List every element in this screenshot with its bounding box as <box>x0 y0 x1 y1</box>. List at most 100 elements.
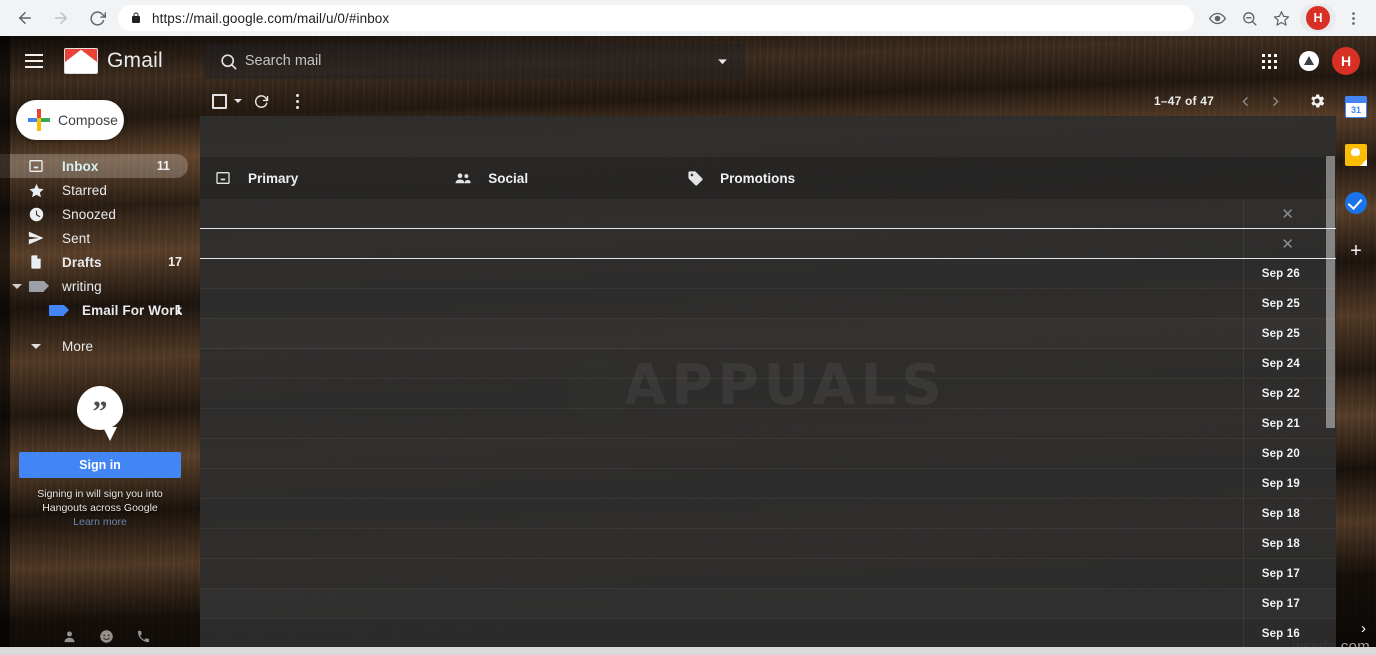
table-row[interactable]: Sep 18 <box>200 499 1336 529</box>
tab-label-promotions: Promotions <box>720 170 796 186</box>
prev-page-icon[interactable] <box>1232 88 1258 114</box>
sidebar-label-inbox: Inbox <box>62 158 99 174</box>
sidebar-label-writing: writing <box>62 278 102 294</box>
quote-glyph: ” <box>92 395 108 428</box>
table-row[interactable]: Sep 25 <box>200 319 1336 349</box>
hangouts-signin-button[interactable]: Sign in <box>19 452 181 478</box>
sidebar-item-inbox[interactable]: Inbox 11 <box>0 154 188 178</box>
label-icon <box>26 276 49 296</box>
sidebar-item-starred[interactable]: Starred <box>0 178 200 202</box>
table-row[interactable]: Sep 20 <box>200 439 1336 469</box>
add-addon-icon[interactable]: + <box>1345 240 1367 262</box>
gmail-header: Gmail H <box>0 36 1376 86</box>
table-row[interactable]: ✕ <box>200 229 1336 259</box>
tab-label-social: Social <box>488 170 529 186</box>
table-row[interactable]: Sep 17 <box>200 589 1336 619</box>
sidebar-item-sent[interactable]: Sent <box>0 226 200 250</box>
row-date: Sep 17 <box>1261 598 1300 610</box>
tasks-icon[interactable] <box>1345 192 1367 214</box>
sidebar-count-inbox: 11 <box>156 159 170 173</box>
inbox-tabs: Primary Social Promotions <box>200 157 1336 199</box>
star-bookmark-icon[interactable] <box>1266 3 1296 33</box>
table-row[interactable]: Sep 26 <box>200 259 1336 289</box>
browser-nav-buttons <box>0 3 112 33</box>
row-date: Sep 18 <box>1261 538 1300 550</box>
table-row[interactable]: Sep 17 <box>200 559 1336 589</box>
url-text: https://mail.google.com/mail/u/0/#inbox <box>152 10 390 26</box>
table-row[interactable]: Sep 19 <box>200 469 1336 499</box>
row-date: Sep 20 <box>1261 448 1300 460</box>
main-menu-icon[interactable] <box>10 37 58 85</box>
mail-list-scrollbar[interactable] <box>1324 156 1336 655</box>
table-row[interactable]: Sep 25 <box>200 289 1336 319</box>
next-page-icon[interactable] <box>1262 88 1288 114</box>
phone-icon[interactable] <box>136 629 151 644</box>
zoom-out-icon[interactable] <box>1234 3 1264 33</box>
sidebar-nav-list: Inbox 11 Starred Snoozed Sent Drafts 17 … <box>0 154 200 358</box>
table-row[interactable]: Sep 22 <box>200 379 1336 409</box>
scrollbar-thumb[interactable] <box>1326 156 1335 428</box>
three-dot-menu-icon[interactable] <box>1338 3 1368 33</box>
dismiss-icon[interactable]: ✕ <box>1281 199 1294 229</box>
tab-social[interactable]: Social <box>452 157 528 199</box>
notifications-bell-icon[interactable] <box>1292 44 1326 78</box>
people-tab-icon <box>452 169 474 187</box>
search-input[interactable] <box>244 53 709 69</box>
gmail-envelope-icon <box>64 48 98 74</box>
dismiss-icon[interactable]: ✕ <box>1281 229 1294 259</box>
settings-gear-icon[interactable] <box>1302 86 1332 116</box>
emoji-icon[interactable] <box>99 629 114 644</box>
row-date: Sep 24 <box>1261 358 1300 370</box>
person-icon[interactable] <box>62 629 77 644</box>
gmail-brand-label: Gmail <box>107 49 163 72</box>
calendar-icon[interactable]: 31 <box>1345 96 1367 118</box>
search-bar[interactable] <box>204 43 745 79</box>
clock-icon <box>26 204 46 224</box>
row-date: Sep 17 <box>1261 568 1300 580</box>
compose-button[interactable]: Compose <box>16 100 124 140</box>
google-apps-icon[interactable] <box>1252 44 1286 78</box>
address-bar[interactable]: https://mail.google.com/mail/u/0/#inbox <box>118 5 1194 31</box>
table-row[interactable]: Sep 18 <box>200 529 1336 559</box>
table-row[interactable]: Sep 24 <box>200 349 1336 379</box>
row-date: Sep 21 <box>1261 418 1300 430</box>
browser-profile-button[interactable]: H <box>1300 4 1336 32</box>
tab-promotions[interactable]: Promotions <box>684 157 795 199</box>
sidebar-item-email-for-work[interactable]: Email For Work 1 <box>0 298 200 322</box>
hangouts-panel: ” Sign in Signing in will sign you into … <box>0 386 200 528</box>
window-bottom-edge <box>0 647 1376 655</box>
table-row[interactable]: Sep 16 <box>200 619 1336 649</box>
sidebar-item-drafts[interactable]: Drafts 17 <box>0 250 200 274</box>
account-avatar[interactable]: H <box>1332 47 1360 75</box>
search-options-caret-icon[interactable] <box>709 55 737 68</box>
tab-primary[interactable]: Primary <box>212 157 298 199</box>
table-row[interactable]: Sep 21 <box>200 409 1336 439</box>
sidebar-item-more[interactable]: More <box>0 334 200 358</box>
expand-caret-icon[interactable] <box>12 283 22 289</box>
inbox-tab-icon <box>212 170 234 186</box>
gmail-page: Gmail H Compose <box>0 36 1376 655</box>
sidebar-label-starred: Starred <box>62 182 107 198</box>
select-all-caret-icon[interactable] <box>234 99 242 103</box>
forward-button[interactable] <box>46 3 76 33</box>
sidebar-count-email-for-work: 1 <box>175 303 182 317</box>
hangouts-learn-more-link[interactable]: Learn more <box>14 516 186 528</box>
keep-icon[interactable] <box>1345 144 1367 166</box>
browser-profile-avatar: H <box>1306 6 1330 30</box>
more-options-icon[interactable] <box>280 86 314 116</box>
eye-extension-icon[interactable] <box>1202 3 1232 33</box>
sidebar-item-writing[interactable]: writing <box>0 274 200 298</box>
refresh-icon[interactable] <box>244 86 278 116</box>
row-date: Sep 25 <box>1261 328 1300 340</box>
compose-plus-icon <box>28 109 50 131</box>
page-left-edge <box>0 36 10 655</box>
select-all-checkbox[interactable] <box>212 93 227 109</box>
reload-button[interactable] <box>82 3 112 33</box>
table-row[interactable]: ✕ <box>200 199 1336 229</box>
send-icon <box>26 228 46 248</box>
chevron-down-icon <box>26 336 46 356</box>
back-button[interactable] <box>10 3 40 33</box>
row-date: Sep 25 <box>1261 298 1300 310</box>
sidebar-item-snoozed[interactable]: Snoozed <box>0 202 200 226</box>
gmail-logo: Gmail <box>64 48 163 74</box>
